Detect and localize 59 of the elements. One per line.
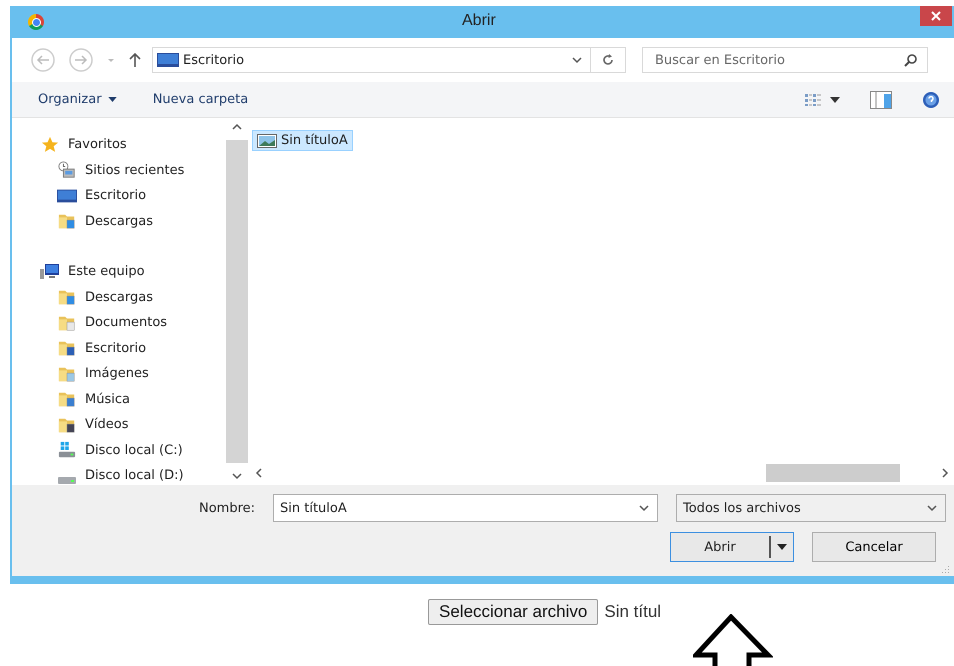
caret-icon[interactable] bbox=[777, 544, 787, 550]
chevron-down-icon[interactable] bbox=[927, 503, 937, 513]
sidebar-item[interactable]: Documentos bbox=[40, 310, 226, 336]
caret-icon bbox=[108, 96, 117, 102]
sidebar-item[interactable]: Descargas bbox=[40, 284, 226, 310]
sidebar-item[interactable]: Música bbox=[40, 386, 226, 412]
sidebar-item[interactable]: Escritorio bbox=[40, 336, 226, 361]
sidebar-item[interactable]: Imágenes bbox=[40, 361, 226, 386]
browser-logo-icon bbox=[28, 14, 44, 30]
help-icon[interactable] bbox=[922, 90, 940, 108]
drive-icon bbox=[57, 441, 77, 460]
caret-icon[interactable] bbox=[830, 96, 840, 102]
file-name-label: Nombre: bbox=[199, 500, 256, 516]
star-icon bbox=[40, 136, 60, 154]
sidebar-item[interactable]: Escritorio bbox=[40, 183, 226, 208]
sidebar-item[interactable]: Vídeos bbox=[40, 412, 226, 438]
folder-icon bbox=[57, 416, 77, 434]
scroll-down-icon[interactable] bbox=[232, 471, 242, 481]
file-item[interactable]: Sin títuloA bbox=[252, 130, 353, 151]
drive-icon bbox=[57, 477, 77, 484]
organize-button[interactable]: Organizar bbox=[32, 88, 123, 111]
close-icon[interactable] bbox=[920, 6, 952, 26]
preview-pane-icon[interactable] bbox=[870, 90, 892, 108]
refresh-icon[interactable] bbox=[601, 53, 615, 67]
sidebar-item[interactable]: Este equipo bbox=[40, 259, 226, 284]
chevron-down-icon[interactable] bbox=[572, 55, 582, 65]
scroll-up-icon[interactable] bbox=[232, 122, 242, 132]
window-title: Abrir bbox=[462, 12, 496, 30]
chosen-file-name: Sin títul bbox=[604, 602, 662, 622]
monitor-icon bbox=[57, 188, 77, 203]
computer-icon bbox=[40, 262, 60, 281]
folder-icon bbox=[57, 390, 77, 408]
folder-icon bbox=[57, 339, 77, 358]
file-type-dropdown[interactable]: Todos los archivos bbox=[676, 494, 946, 522]
chevron-down-icon[interactable] bbox=[639, 503, 649, 513]
up-arrow-icon[interactable] bbox=[128, 52, 142, 68]
folder-icon bbox=[57, 212, 77, 230]
cancel-button[interactable]: Cancelar bbox=[812, 532, 936, 562]
folder-icon bbox=[57, 364, 77, 383]
scroll-left-icon[interactable] bbox=[254, 468, 264, 478]
file-name-field[interactable]: Sin títuloA bbox=[273, 494, 658, 522]
sidebar-item[interactable]: Disco local (C:) bbox=[40, 438, 226, 463]
image-file-icon bbox=[257, 134, 277, 148]
folder-icon bbox=[57, 314, 77, 332]
sidebar-item[interactable]: Descargas bbox=[40, 208, 226, 234]
sidebar-item[interactable]: Sitios recientes bbox=[40, 158, 226, 183]
search-field[interactable]: Buscar en Escritorio bbox=[642, 47, 928, 73]
recent-places-icon bbox=[57, 161, 77, 180]
open-button[interactable]: Abrir bbox=[670, 532, 794, 562]
monitor-icon bbox=[157, 53, 179, 67]
new-folder-button[interactable]: Nueva carpeta bbox=[146, 88, 254, 111]
search-icon[interactable] bbox=[904, 53, 918, 67]
sidebar-item[interactable]: Favoritos bbox=[40, 132, 226, 158]
view-options-icon[interactable] bbox=[804, 92, 822, 106]
scroll-right-icon[interactable] bbox=[940, 468, 950, 478]
folder-icon bbox=[57, 288, 77, 306]
sidebar-item[interactable]: Disco local (D:) bbox=[40, 463, 226, 485]
choose-file-button[interactable]: Seleccionar archivo bbox=[428, 599, 598, 625]
address-bar[interactable]: Escritorio bbox=[152, 47, 626, 73]
